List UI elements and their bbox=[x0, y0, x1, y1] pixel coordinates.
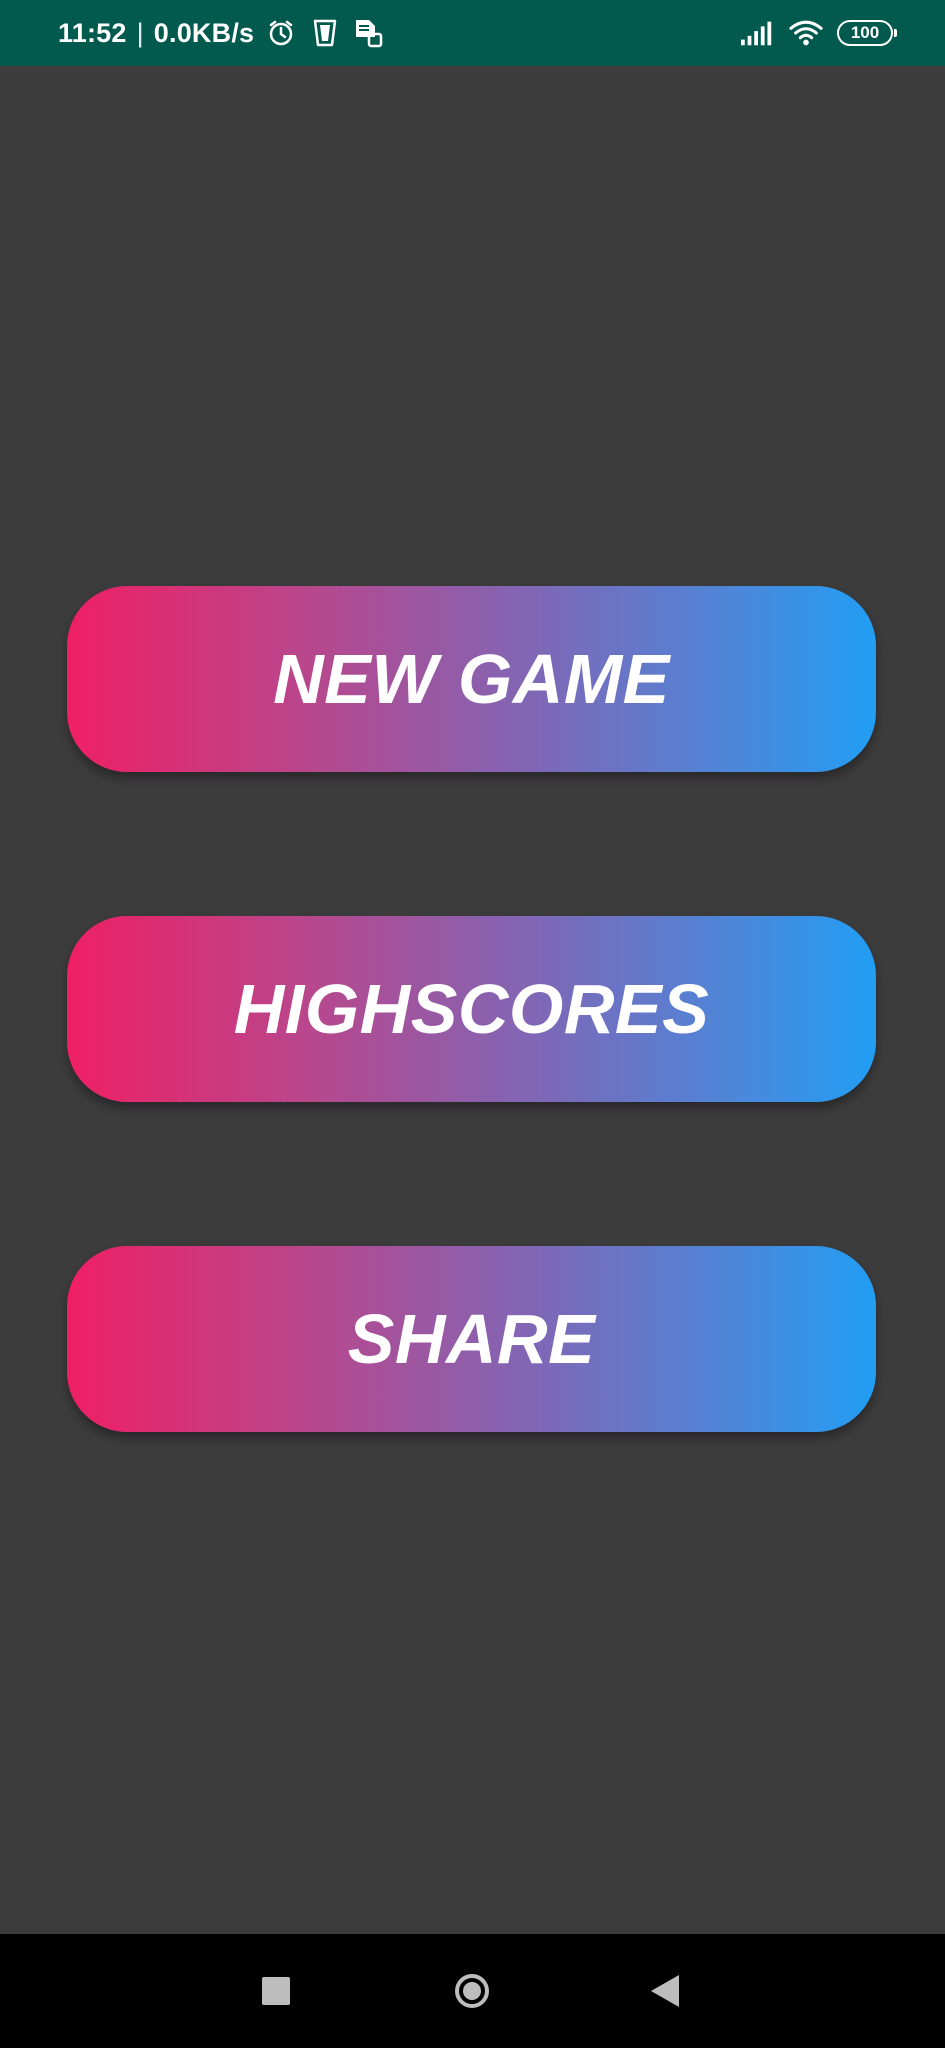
status-time: 11:52 bbox=[58, 17, 127, 48]
new-game-button[interactable]: NEW GAME bbox=[67, 586, 876, 772]
home-button[interactable] bbox=[427, 1934, 517, 2048]
home-icon bbox=[455, 1974, 489, 2008]
recents-button[interactable] bbox=[231, 1934, 321, 2048]
navigation-bar bbox=[0, 1934, 945, 2048]
recents-icon bbox=[262, 1977, 290, 2005]
back-button[interactable] bbox=[620, 1934, 710, 2048]
highscores-label: HIGHSCORES bbox=[233, 970, 710, 1048]
network-speed: 0.0KB/s bbox=[153, 17, 255, 48]
status-right: 100 bbox=[741, 0, 897, 66]
wifi-icon bbox=[789, 16, 823, 50]
status-left: 11:52 | 0.0KB/s bbox=[58, 0, 386, 66]
sim-card-icon bbox=[352, 16, 386, 50]
cup-icon bbox=[308, 16, 342, 50]
status-bar: 11:52 | 0.0KB/s 100 bbox=[0, 0, 945, 66]
status-separator: | bbox=[136, 17, 144, 48]
highscores-button[interactable]: HIGHSCORES bbox=[67, 916, 876, 1102]
alarm-icon bbox=[264, 16, 298, 50]
battery-level: 100 bbox=[850, 23, 880, 42]
signal-icon bbox=[741, 16, 775, 50]
share-label: SHARE bbox=[347, 1300, 596, 1378]
main-menu-screen: 11:52 | 0.0KB/s 100 NEW GAME HIGHSCORES … bbox=[0, 0, 945, 2048]
battery-icon: 100 bbox=[837, 20, 897, 46]
share-button[interactable]: SHARE bbox=[67, 1246, 876, 1432]
back-icon bbox=[651, 1975, 679, 2007]
new-game-label: NEW GAME bbox=[273, 640, 670, 718]
